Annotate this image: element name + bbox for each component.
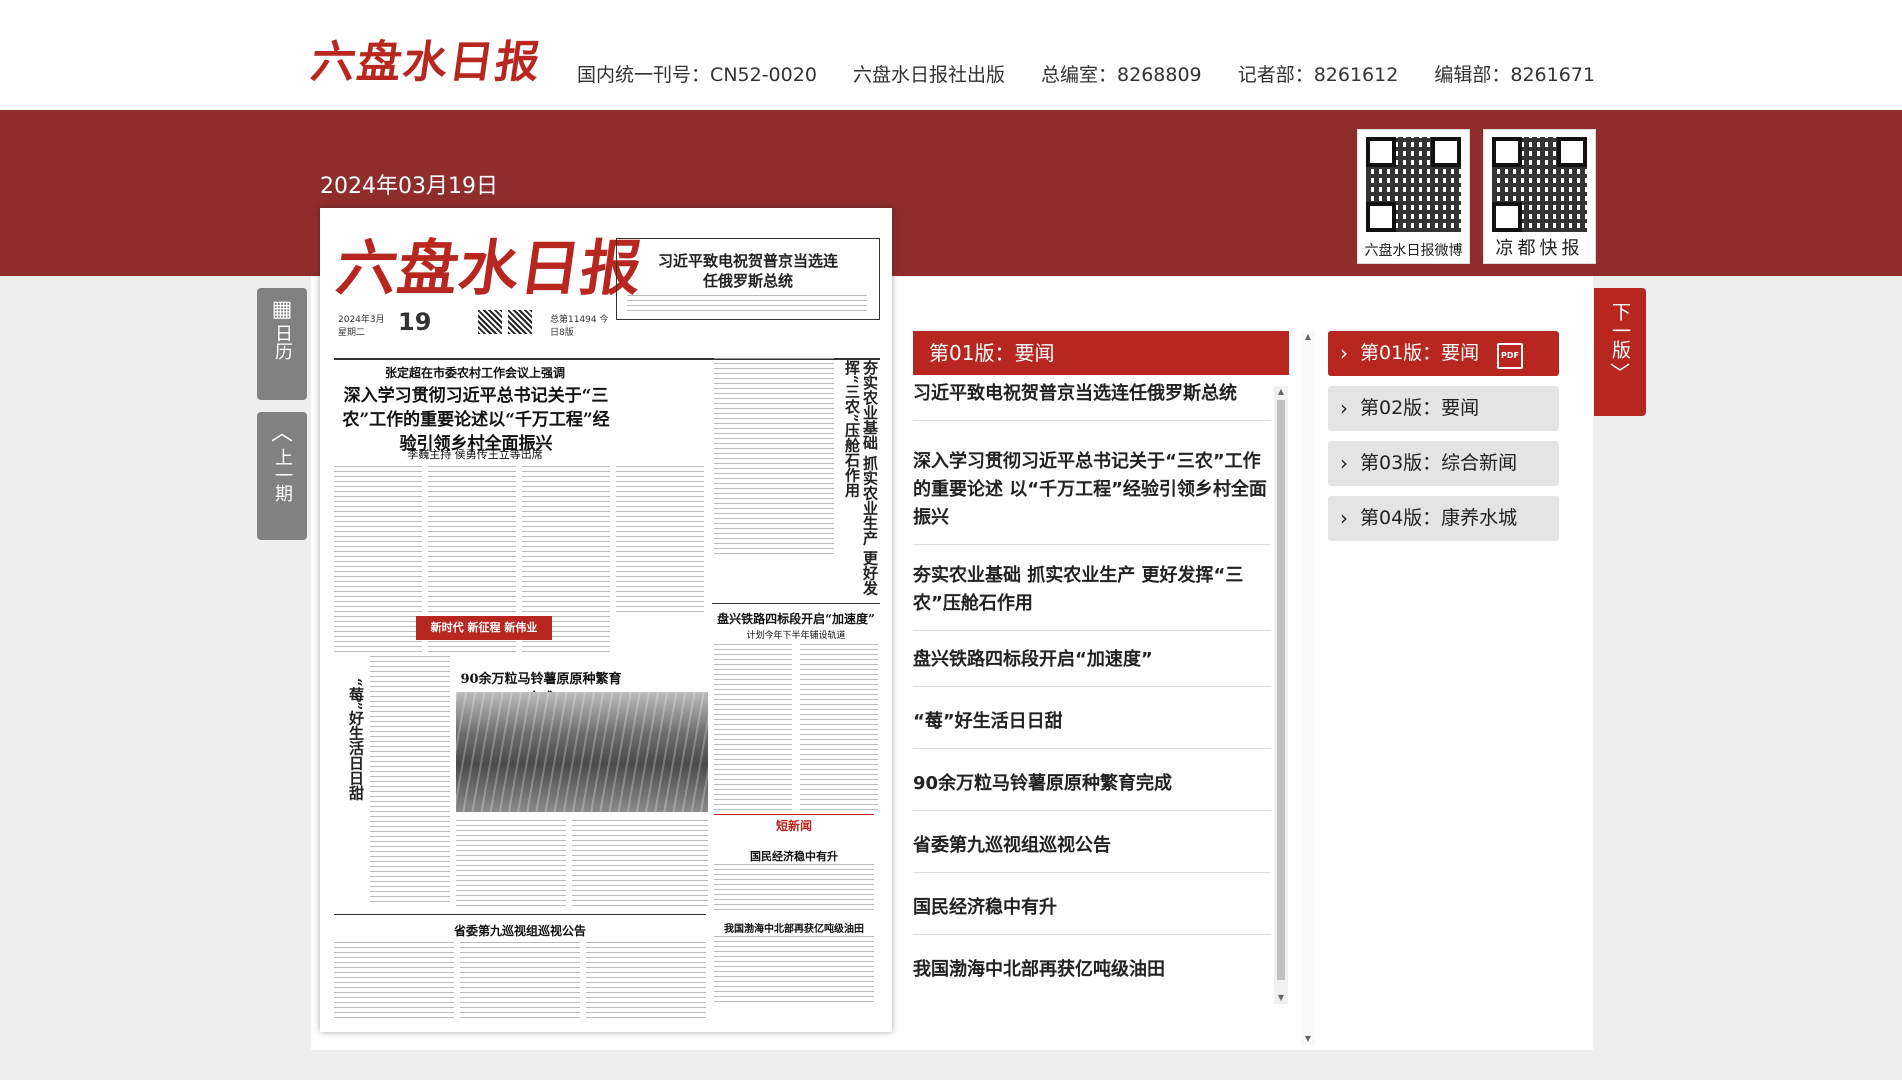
section-scrollbar[interactable]: ▲ ▼ <box>1301 331 1315 1045</box>
potato-field-photo <box>456 692 708 812</box>
article-item[interactable]: 国民经济稳中有升 <box>913 894 1271 935</box>
newspaper-masthead: 2024年3月 星期二 19 总第11494 今日8版 <box>338 308 609 352</box>
issn-text: 国内统一刊号：CN52-0020 <box>577 64 817 86</box>
next-page-label: 下一版 <box>1609 302 1631 359</box>
article-item[interactable]: 深入学习贯彻习近平总书记关于“三农”工作的重要论述 以“千万工程”经验引领乡村全… <box>913 448 1271 545</box>
chief-office-phone: 总编室：8268809 <box>1041 64 1202 86</box>
lead-kicker: 张定超在市委农村工作会议上强调 <box>384 366 565 380</box>
article-item[interactable]: 习近平致电祝贺普京当选连任俄罗斯总统 <box>913 380 1271 421</box>
issue-date: 2024年03月19日 <box>320 174 498 199</box>
tab-page-03[interactable]: › 第03版：综合新闻 <box>1328 441 1559 486</box>
top-header: 六盘水日报 国内统一刊号：CN52-0020 六盘水日报社出版 总编室：8268… <box>0 0 1902 110</box>
tab-page-03-label: 第03版：综合新闻 <box>1360 452 1518 474</box>
chevron-right-icon: › <box>1340 396 1348 420</box>
article-item[interactable]: 90余万粒马铃薯原原种繁育完成 <box>913 770 1271 811</box>
mast-day: 19 <box>398 308 432 336</box>
chevron-right-icon: › <box>1340 341 1348 365</box>
railway-subhead: 计划今年下半年铺设轨道 <box>746 631 846 641</box>
chevron-right-icon: › <box>1340 451 1348 475</box>
weibo-qr-caption: 六盘水日报微博 <box>1364 243 1463 259</box>
scroll-up-arrow-icon[interactable]: ▲ <box>1301 331 1315 343</box>
article-list-scrollbar[interactable]: ▲ ▼ <box>1274 386 1288 1004</box>
tab-page-02-label: 第02版：要闻 <box>1360 397 1480 419</box>
calendar-button[interactable]: ▦ 日历 <box>257 288 307 400</box>
pdf-icon[interactable]: PDF <box>1497 343 1523 369</box>
editor-dept-phone: 编辑部：8261671 <box>1434 64 1595 86</box>
mast-issue: 总第11494 今日8版 <box>550 315 609 338</box>
article-item[interactable]: “莓”好生活日日甜 <box>913 708 1271 749</box>
calendar-label: 日历 <box>272 324 293 360</box>
previous-issue-button[interactable]: ︿ 上一期 <box>257 412 307 540</box>
article-item[interactable]: 省委第九巡视组巡视公告 <box>913 832 1271 873</box>
scroll-down-arrow-icon[interactable]: ▼ <box>1274 992 1288 1004</box>
chevron-up-icon: ︿ <box>270 421 293 446</box>
kuaibao-qr-caption: 凉都快报 <box>1495 238 1584 259</box>
agriculture-vertical-headline[interactable]: 夯实农业基础 抓实农业生产 更好发挥“三农”压舱石作用 <box>843 360 879 610</box>
tab-page-02[interactable]: › 第02版：要闻 <box>1328 386 1559 431</box>
oil-field-headline[interactable]: 我国渤海中北部再获亿吨级油田 <box>714 920 874 935</box>
article-item[interactable]: 我国渤海中北部再获亿吨级油田 <box>913 956 1271 996</box>
newspaper-page-image[interactable]: 六盘水日报 习近平致电祝贺普京当选连任俄罗斯总统 2024年3月 星期二 19 … <box>320 208 892 1032</box>
inspection-notice-headline[interactable]: 省委第九巡视组巡视公告 <box>334 922 706 939</box>
calendar-icon: ▦ <box>271 297 293 322</box>
top-story-headline: 习近平致电祝贺普京当选连任俄罗斯总统 <box>657 252 838 290</box>
tab-page-01-label: 第01版：要闻 <box>1360 342 1480 364</box>
article-item[interactable]: 盘兴铁路四标段开启“加速度” <box>913 646 1271 687</box>
next-page-button[interactable]: 下一版 ﹀ <box>1594 288 1646 416</box>
berry-vertical-headline[interactable]: “莓”好生活日日甜 <box>346 678 367 838</box>
kuaibao-qr-code: 凉都快报 <box>1483 129 1596 264</box>
weibo-qr-code: 六盘水日报微博 <box>1357 129 1470 264</box>
publisher-text: 六盘水日报社出版 <box>852 64 1005 86</box>
tab-page-04[interactable]: › 第04版：康养水城 <box>1328 496 1559 541</box>
header-band <box>0 110 1902 276</box>
lead-byline: 李巍主持 侯勇传王立等出席 <box>407 448 543 461</box>
scroll-up-arrow-icon[interactable]: ▲ <box>1274 386 1288 398</box>
publication-info: 国内统一刊号：CN52-0020 六盘水日报社出版 总编室：8268809 记者… <box>547 60 1595 87</box>
previous-issue-label: 上一期 <box>272 448 293 502</box>
article-item[interactable]: 夯实农业基础 抓实农业生产 更好发挥“三农”压舱石作用 <box>913 562 1271 631</box>
short-news-title: 短新闻 <box>714 814 874 834</box>
special-banner: 新时代 新征程 新伟业 <box>416 616 552 640</box>
chevron-right-icon: › <box>1340 506 1348 530</box>
reporter-dept-phone: 记者部：8261612 <box>1237 64 1399 86</box>
site-logo[interactable]: 六盘水日报 <box>308 26 547 90</box>
tab-page-04-label: 第04版：康养水城 <box>1360 507 1518 529</box>
tab-page-01[interactable]: › 第01版：要闻 PDF <box>1328 331 1559 376</box>
top-story-box[interactable]: 习近平致电祝贺普京当选连任俄罗斯总统 <box>616 238 880 320</box>
newspaper-logo: 六盘水日报 <box>332 234 648 304</box>
scroll-down-arrow-icon[interactable]: ▼ <box>1301 1033 1315 1045</box>
mast-date: 2024年3月 星期二 <box>338 315 385 338</box>
current-page-title: 第01版：要闻 <box>913 331 1289 375</box>
scrollbar-thumb[interactable] <box>1277 400 1285 980</box>
chevron-down-icon: ﹀ <box>1610 361 1630 385</box>
railway-headline[interactable]: 盘兴铁路四标段开启“加速度” <box>712 610 880 627</box>
economy-headline[interactable]: 国民经济稳中有升 <box>714 848 874 864</box>
